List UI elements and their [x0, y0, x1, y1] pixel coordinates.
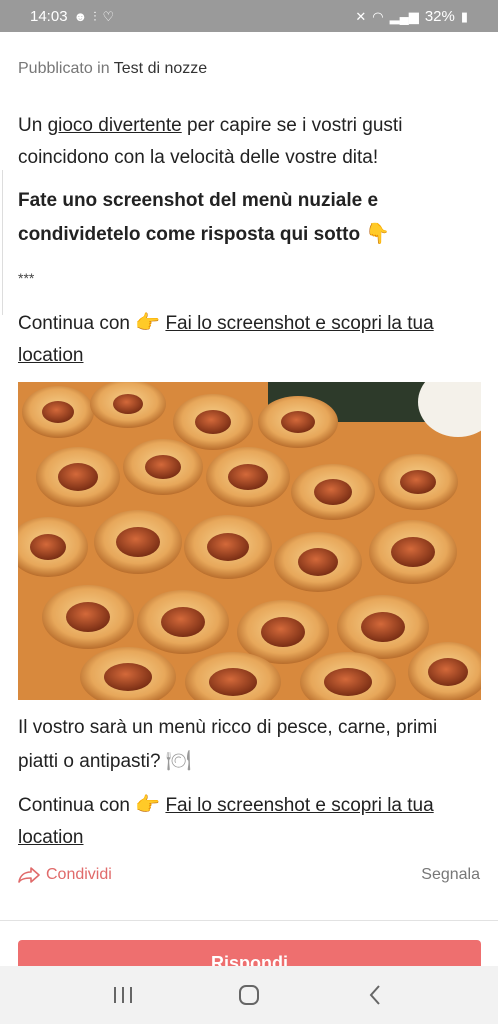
signal-icon: ▂▄▆ [389, 8, 419, 24]
report-button[interactable]: Segnala [421, 866, 480, 884]
status-time: 14:03 [30, 7, 68, 25]
battery-level: 32% [424, 7, 455, 25]
plate-emoji-icon: 🍽 [165, 748, 192, 772]
divider [0, 920, 498, 921]
pointing-down-emoji-icon: 👇 [365, 221, 391, 245]
intro-paragraph: Un gioco divertente per capire se i vost… [18, 115, 403, 168]
back-icon [369, 985, 380, 1005]
wifi-icon: ◠ [372, 8, 384, 24]
category-link[interactable]: Test di nozze [114, 60, 207, 77]
continue-paragraph-2: Continua con 👉 Fai lo screenshot e scopr… [18, 792, 434, 848]
pastry-image [18, 382, 481, 700]
article-meta: Pubblicato in Test di nozze [18, 60, 207, 78]
published-prefix: Pubblicato in [18, 60, 110, 77]
share-button[interactable]: Condividi [18, 866, 112, 884]
back-button[interactable] [355, 975, 395, 1015]
recent-apps-button[interactable] [103, 975, 143, 1015]
game-link[interactable]: gioco divertente [48, 115, 182, 136]
scroll-edge [0, 170, 3, 315]
instruction-paragraph: Fate uno screenshot del menù nuziale e c… [18, 190, 391, 245]
article-actions: Condividi Segnala [18, 866, 480, 884]
recent-apps-icon [114, 987, 132, 1003]
home-button[interactable] [229, 975, 269, 1015]
separator-stars: *** [18, 270, 35, 286]
question-paragraph: Il vostro sarà un menù ricco di pesce, c… [18, 717, 438, 772]
activity-icon: ⫶ [93, 8, 97, 24]
heart-icon: ♡ [102, 8, 115, 24]
navigation-bar [0, 966, 498, 1024]
pointing-right-emoji-icon: 👉 [135, 792, 161, 816]
status-bar: 14:03 ☻ ⫶ ♡ ✕ ◠ ▂▄▆ 32% ▮ [0, 0, 498, 32]
home-icon [239, 985, 259, 1005]
share-label: Condividi [46, 866, 112, 883]
mute-icon: ✕ [355, 8, 367, 24]
article-photo [18, 382, 481, 700]
sun-icon: ☻ [73, 8, 88, 24]
battery-icon: ▮ [460, 8, 468, 24]
pointing-right-emoji-icon: 👉 [135, 310, 161, 334]
share-icon [18, 867, 40, 883]
continue-paragraph: Continua con 👉 Fai lo screenshot e scopr… [18, 310, 434, 366]
